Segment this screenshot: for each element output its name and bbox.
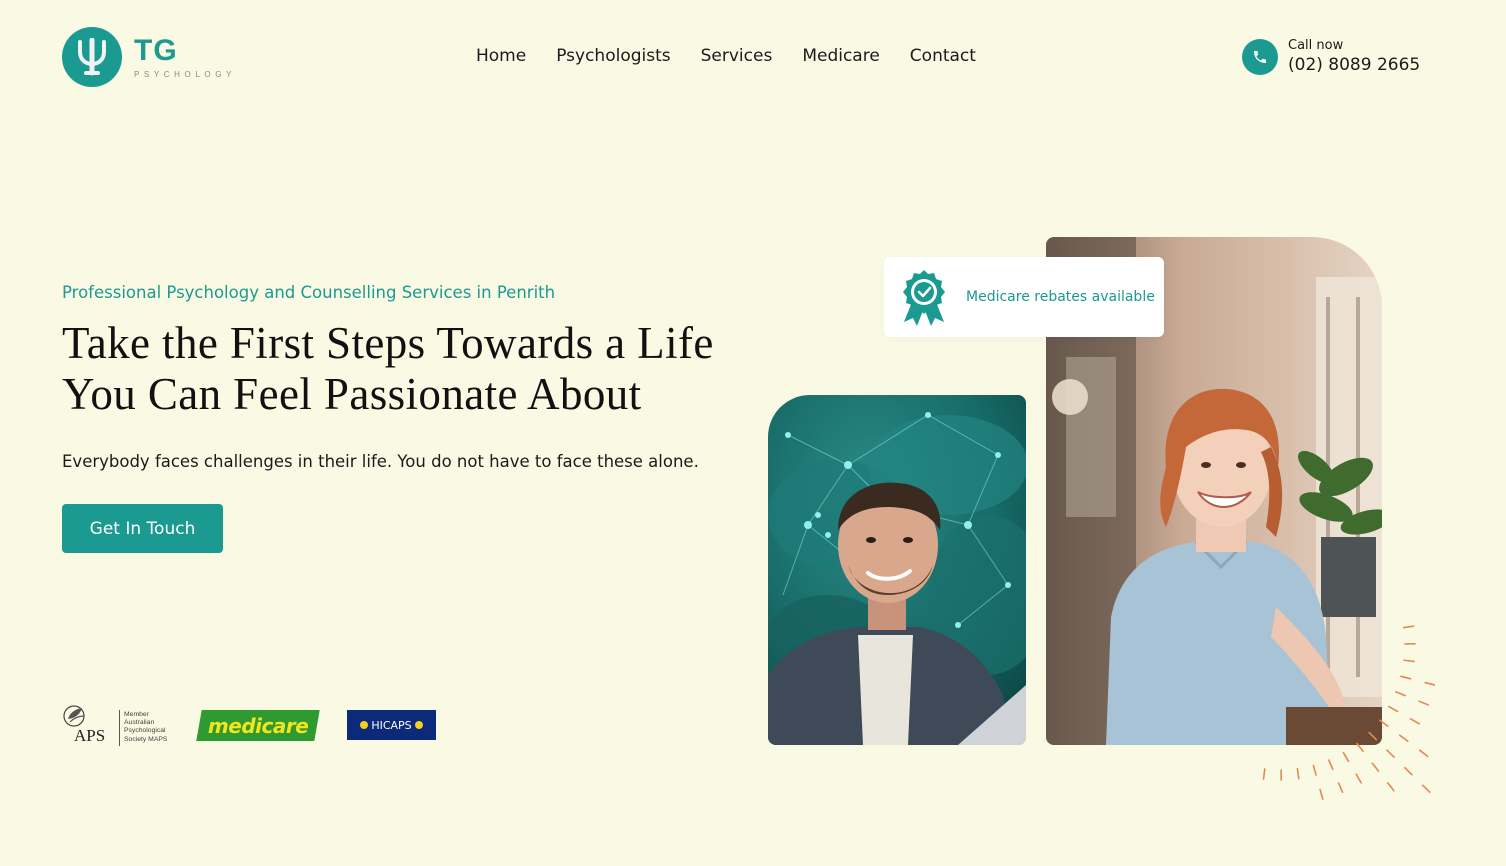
hicaps-logo: HICAPS (347, 710, 436, 740)
decorative-dash (1356, 742, 1364, 753)
decorative-dash (1368, 731, 1378, 741)
nav-psychologists[interactable]: Psychologists (556, 46, 670, 66)
hero-headline: Take the First Steps Towards a Life You … (62, 318, 714, 419)
hicaps-dot-left (360, 721, 369, 729)
aps-member-text: Member Australian Psychological Society … (124, 711, 168, 743)
decorative-dash (1328, 759, 1334, 771)
aps-leaf-mark (63, 705, 85, 727)
decorative-dash (1296, 767, 1300, 780)
decorative-dash (1312, 764, 1317, 776)
hicaps-dot-right (414, 721, 423, 729)
decorative-dash (1421, 784, 1431, 793)
nav-home[interactable]: Home (476, 46, 526, 66)
medicare-rebates-card: Medicare rebates available (884, 257, 1164, 337)
aps-letters: APS (74, 726, 106, 745)
decorative-dash (1418, 749, 1429, 758)
aps-divider (119, 710, 120, 746)
aps-logo: APS Member Australian Psychological Soci… (62, 704, 172, 746)
decorative-dash (1379, 719, 1389, 728)
photo-smiling-man (768, 395, 1026, 745)
nav-services[interactable]: Services (701, 46, 773, 66)
brand-tagline: PSYCHOLOGY (134, 69, 237, 79)
decorative-dash (1387, 705, 1399, 713)
phone-icon (1242, 38, 1278, 75)
decorative-dash (1395, 691, 1406, 697)
medicare-wordmark: medicare (207, 713, 309, 738)
decorative-dash (1402, 625, 1415, 629)
call-label: Call now (1288, 38, 1344, 53)
main-nav: Home Psychologists Services Medicare Con… (476, 46, 976, 66)
decorative-dash (1418, 700, 1430, 706)
brand-name: TG (134, 33, 178, 67)
hero-lede: Everybody faces challenges in their life… (62, 452, 699, 471)
call-now-link[interactable]: Call now (02) 8089 2665 (1242, 38, 1420, 75)
decorative-dash (1342, 751, 1350, 763)
decorative-dash (1386, 749, 1395, 758)
decorative-dash (1355, 773, 1363, 784)
medicare-logo: medicare (196, 710, 320, 741)
nav-contact[interactable]: Contact (910, 46, 976, 66)
hicaps-wordmark: HICAPS (371, 718, 412, 732)
decorative-dash (1386, 782, 1395, 792)
phone-number: (02) 8089 2665 (1288, 55, 1421, 75)
decorative-dash (1398, 734, 1409, 743)
decorative-dash (1262, 768, 1266, 780)
decorative-dash-burst (1262, 625, 1435, 800)
decorative-dash (1371, 762, 1380, 772)
psi-icon (62, 27, 122, 87)
decorative-dash (1403, 659, 1415, 663)
decorative-dash (1319, 788, 1324, 800)
nav-medicare[interactable]: Medicare (802, 46, 879, 66)
hero-eyebrow: Professional Psychology and Counselling … (62, 283, 556, 302)
get-in-touch-button[interactable]: Get In Touch (62, 504, 223, 553)
decorative-dash (1337, 782, 1344, 794)
decorative-dash (1400, 675, 1412, 680)
medicare-rebates-label: Medicare rebates available (966, 289, 1155, 305)
site-logo[interactable]: TG PSYCHOLOGY (62, 27, 236, 87)
decorative-dash (1404, 766, 1413, 776)
decorative-dash (1424, 681, 1435, 686)
decorative-dash (1409, 718, 1421, 725)
award-ribbon-icon (903, 270, 945, 326)
